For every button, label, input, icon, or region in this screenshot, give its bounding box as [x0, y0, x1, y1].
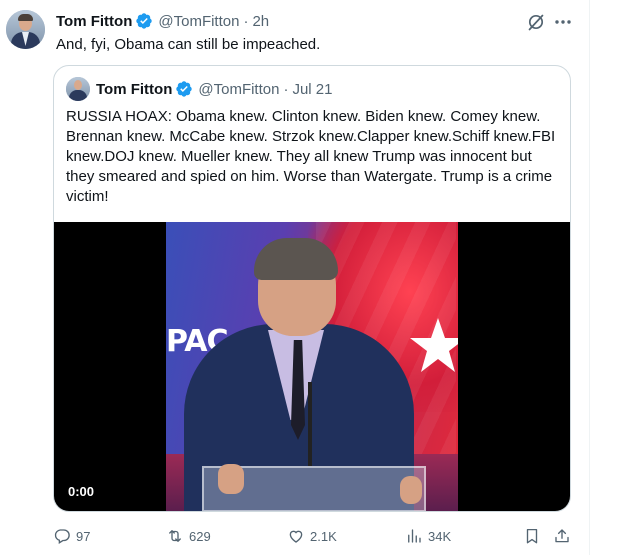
tweet-time[interactable]: 2h: [252, 13, 269, 30]
share-icon: [555, 529, 569, 543]
bookmark-button[interactable]: [523, 525, 541, 547]
quoted-tweet-text: RUSSIA HOAX: Obama knew. Clinton knew. B…: [66, 108, 556, 205]
view-count: 34K: [428, 528, 452, 544]
author-avatar[interactable]: [6, 10, 45, 49]
bookmark-icon: [526, 528, 538, 544]
heart-icon: [289, 530, 303, 543]
reply-button[interactable]: 97: [53, 525, 90, 547]
verified-badge-icon: [136, 13, 153, 29]
grok-icon[interactable]: [526, 12, 546, 32]
video-player[interactable]: PAC 0:00: [54, 222, 570, 511]
quoted-tweet-header: Tom Fitton @TomFitton · Jul 21: [66, 77, 333, 101]
more-options-icon[interactable]: [553, 12, 573, 32]
like-button[interactable]: 2.1K: [287, 525, 337, 547]
star-icon: [410, 318, 458, 372]
like-count: 2.1K: [310, 528, 337, 544]
reply-icon: [54, 529, 70, 544]
tweet-text: And, fyi, Obama can still be impeached.: [56, 36, 321, 53]
repost-icon: [169, 530, 181, 542]
quoted-tweet[interactable]: Tom Fitton @TomFitton · Jul 21 RUSSIA HO…: [53, 65, 571, 512]
analytics-icon: [408, 529, 421, 543]
tweet-header: Tom Fitton @TomFitton · 2h: [56, 11, 269, 31]
author-handle[interactable]: @TomFitton: [158, 13, 239, 30]
views-button[interactable]: 34K: [405, 525, 451, 547]
quoted-tweet-date: Jul 21: [292, 80, 333, 98]
separator-dot: ·: [283, 80, 289, 98]
quoted-author-name: Tom Fitton: [96, 80, 173, 98]
repost-button[interactable]: 629: [166, 525, 211, 547]
video-frame: PAC: [166, 222, 458, 511]
share-button[interactable]: [553, 525, 571, 547]
microphone: [308, 382, 312, 466]
repost-count: 629: [189, 528, 211, 544]
author-name[interactable]: Tom Fitton: [56, 13, 132, 30]
quoted-author-avatar: [66, 77, 90, 101]
separator-dot: ·: [243, 12, 249, 30]
video-timestamp: 0:00: [68, 484, 95, 499]
column-divider: [589, 0, 590, 555]
tweet[interactable]: Tom Fitton @TomFitton · 2h And, fyi, Oba…: [0, 0, 589, 555]
verified-badge-icon: [176, 81, 193, 97]
quoted-author-handle: @TomFitton: [198, 80, 280, 98]
reply-count: 97: [76, 528, 91, 544]
tweet-actions: 97 629 2.1K 34K: [53, 525, 573, 547]
